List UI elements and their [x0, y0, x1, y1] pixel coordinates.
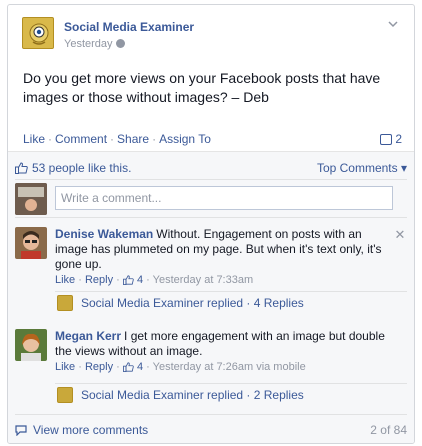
- comment-like-link[interactable]: Like: [55, 361, 75, 373]
- comment-bubble-icon: [380, 134, 393, 145]
- comment-likes[interactable]: 4: [122, 361, 143, 373]
- globe-icon: [115, 39, 125, 48]
- comment-pager: 2 of 84: [370, 423, 407, 437]
- separator-dot: ·: [48, 132, 53, 146]
- comment-like-count[interactable]: 4: [137, 361, 143, 373]
- comments-section: 53 people like this. Top Comments ▾ Writ…: [8, 151, 414, 443]
- comment-link[interactable]: Comment: [55, 132, 107, 146]
- comment-input[interactable]: [55, 186, 393, 210]
- comment-reply-link[interactable]: Reply: [85, 361, 113, 373]
- page-mini-avatar: [57, 387, 73, 403]
- divider: [15, 414, 407, 415]
- comment-meta: Like · Reply · 4 · Yesterday at 7:26am v…: [55, 361, 306, 373]
- assign-to-link[interactable]: Assign To: [159, 132, 211, 146]
- post-time-text[interactable]: Yesterday: [64, 38, 113, 50]
- viewer-avatar: [15, 183, 47, 215]
- comment-item: Denise Wakeman Without. Engagement on pos…: [15, 227, 407, 317]
- top-comments-dropdown[interactable]: Top Comments ▾: [317, 161, 407, 175]
- separator-dot: ·: [152, 132, 157, 146]
- divider: [15, 217, 407, 218]
- replies-link[interactable]: Social Media Examiner replied · 4 Replie…: [55, 291, 407, 313]
- view-more-row: View more comments 2 of 84: [15, 423, 407, 439]
- comment-likes[interactable]: 4: [122, 274, 143, 286]
- chevron-down-icon[interactable]: [386, 19, 400, 33]
- post-actions: Like · Comment · Share · Assign To: [23, 132, 211, 146]
- post-text: Do you get more views on your Facebook p…: [23, 70, 381, 105]
- page-name-link[interactable]: Social Media Examiner: [64, 20, 194, 34]
- likes-row: 53 people like this. Top Comments ▾: [15, 161, 407, 179]
- comment-time[interactable]: Yesterday at 7:26am via mobile: [153, 361, 306, 373]
- comment-bubble-icon: [15, 425, 27, 436]
- comment-like-link[interactable]: Like: [55, 274, 75, 286]
- thumbs-up-icon: [122, 275, 134, 285]
- thumbs-up-icon: [15, 162, 28, 174]
- comment-body: Megan Kerr I get more engagement with an …: [55, 329, 387, 375]
- comment-author-link[interactable]: Denise Wakeman: [55, 227, 153, 241]
- comment-reply-link[interactable]: Reply: [85, 274, 113, 286]
- page-avatar[interactable]: [22, 17, 54, 49]
- comment-count[interactable]: 2: [380, 132, 402, 146]
- share-link[interactable]: Share: [117, 132, 149, 146]
- thumbs-up-icon: [122, 362, 134, 372]
- commenter-avatar[interactable]: [15, 329, 47, 361]
- write-comment-row: [15, 183, 407, 215]
- commenter-photo-icon: [15, 227, 47, 259]
- comment-meta: Like · Reply · 4 · Yesterday at 7:33am: [55, 274, 254, 286]
- comment-item: Megan Kerr I get more engagement with an …: [15, 329, 407, 415]
- post-card: Social Media Examiner Yesterday Do you g…: [7, 4, 415, 444]
- comment-count-value[interactable]: 2: [395, 132, 402, 146]
- replies-link[interactable]: Social Media Examiner replied · 2 Replie…: [55, 383, 407, 405]
- view-more-comments-link[interactable]: View more comments: [33, 423, 148, 437]
- viewer-photo-icon: [15, 183, 47, 215]
- separator-dot: ·: [110, 132, 115, 146]
- divider: [15, 179, 407, 180]
- close-icon[interactable]: ✕: [393, 227, 407, 243]
- replies-text[interactable]: Social Media Examiner replied · 2 Replie…: [81, 388, 304, 402]
- comment-like-count[interactable]: 4: [137, 274, 143, 286]
- mascot-icon: [23, 18, 53, 48]
- comment-body: Denise Wakeman Without. Engagement on pos…: [55, 227, 387, 288]
- commenter-photo-icon: [15, 329, 47, 361]
- post-header: Social Media Examiner Yesterday: [22, 17, 402, 57]
- comment-time[interactable]: Yesterday at 7:33am: [153, 274, 254, 286]
- commenter-avatar[interactable]: [15, 227, 47, 259]
- replies-text[interactable]: Social Media Examiner replied · 4 Replie…: [81, 296, 304, 310]
- page-mini-avatar: [57, 295, 73, 311]
- likes-count-link[interactable]: 53 people like this.: [32, 161, 131, 175]
- post-timestamp[interactable]: Yesterday: [64, 38, 125, 50]
- like-link[interactable]: Like: [23, 132, 45, 146]
- comment-author-link[interactable]: Megan Kerr: [55, 329, 121, 343]
